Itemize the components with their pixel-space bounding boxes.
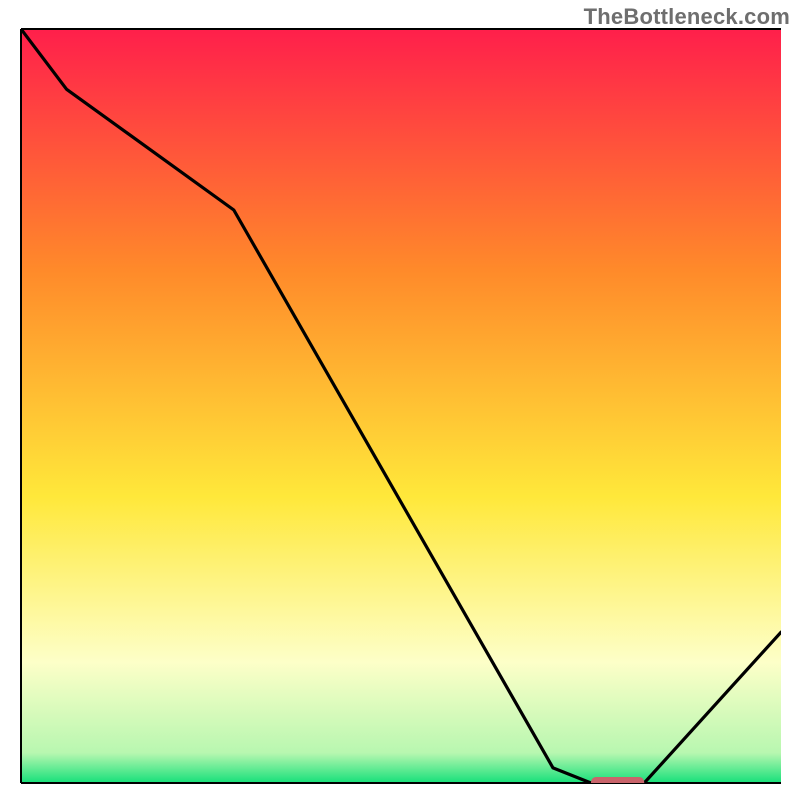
watermark-text: TheBottleneck.com (584, 4, 790, 30)
bottleneck-chart (0, 0, 800, 800)
chart-canvas: TheBottleneck.com (0, 0, 800, 800)
plot-background (21, 29, 781, 783)
optimal-marker (591, 777, 644, 789)
